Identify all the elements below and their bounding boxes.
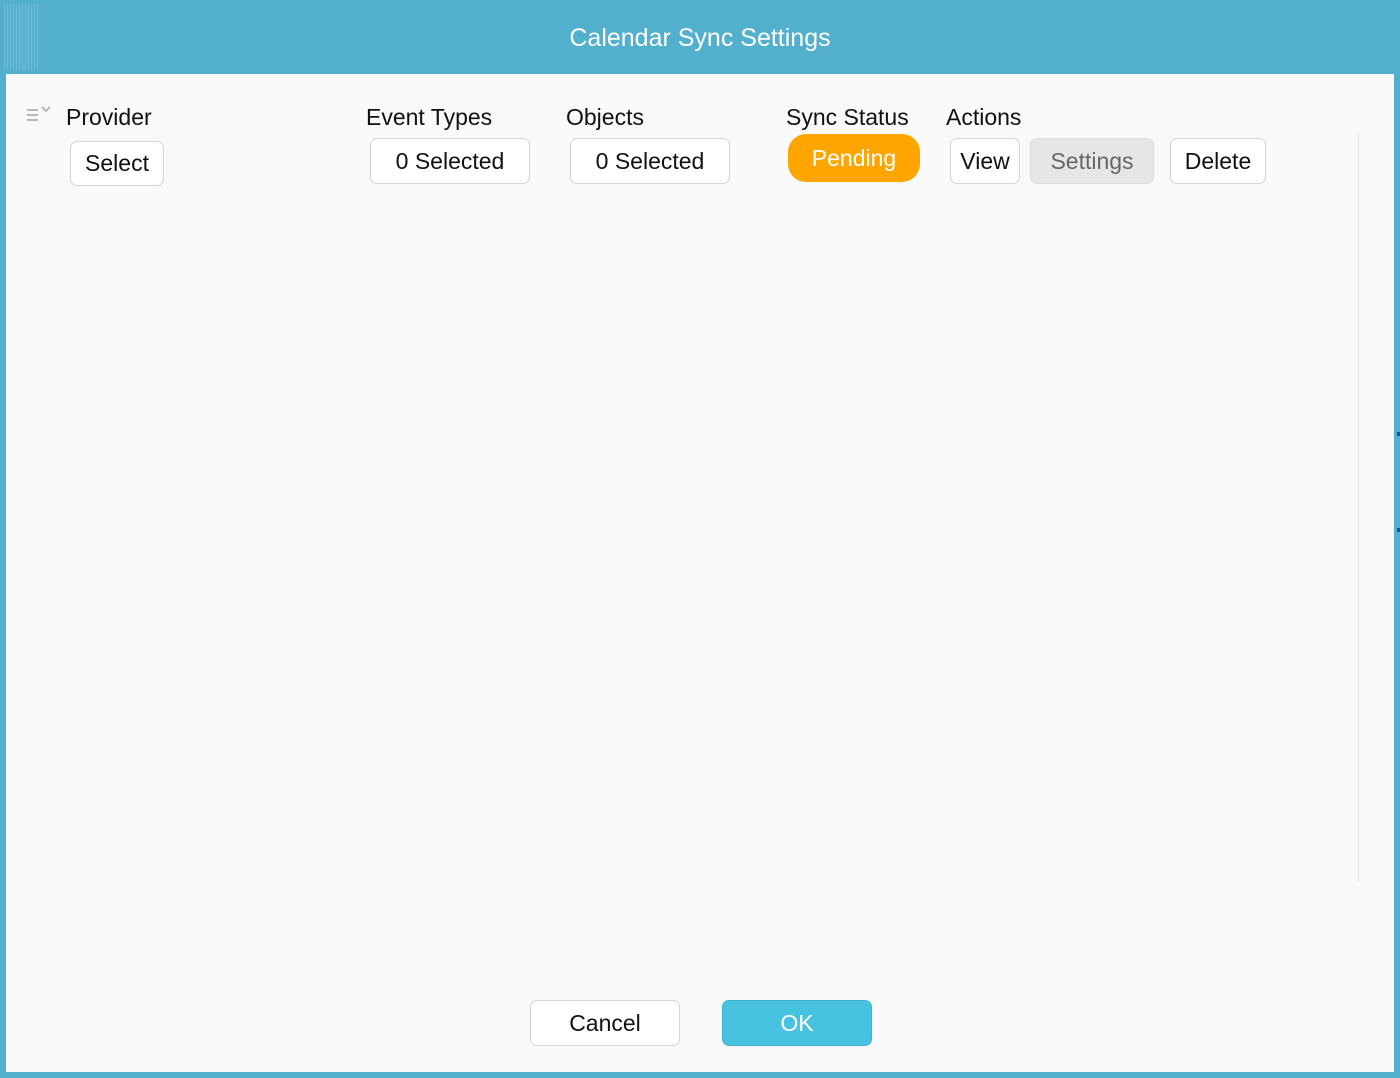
cancel-button[interactable]: Cancel [530, 1000, 680, 1046]
list-chevron-icon[interactable] [26, 104, 56, 124]
vertical-divider [1358, 132, 1359, 882]
window-edge [1394, 74, 1400, 1078]
settings-button[interactable]: Settings [1030, 138, 1154, 184]
column-header-provider: Provider [66, 104, 152, 130]
column-header-sync-status: Sync Status [786, 104, 909, 130]
column-header-event-types: Event Types [366, 104, 493, 130]
ok-button[interactable]: OK [722, 1000, 872, 1046]
dialog-content [6, 74, 1394, 1072]
dialog-titlebar: Calendar Sync Settings [0, 0, 1400, 74]
event-types-select-button[interactable]: 0 Selected [370, 138, 530, 184]
dialog-title: Calendar Sync Settings [569, 24, 831, 52]
column-header-actions: Actions [946, 104, 1022, 130]
objects-select-button[interactable]: 0 Selected [570, 138, 730, 184]
view-button[interactable]: View [950, 138, 1020, 184]
column-header-objects: Objects [566, 104, 644, 130]
provider-select-button[interactable]: Select [70, 141, 164, 186]
delete-button[interactable]: Delete [1170, 138, 1266, 184]
sync-status-badge: Pending [788, 134, 920, 182]
